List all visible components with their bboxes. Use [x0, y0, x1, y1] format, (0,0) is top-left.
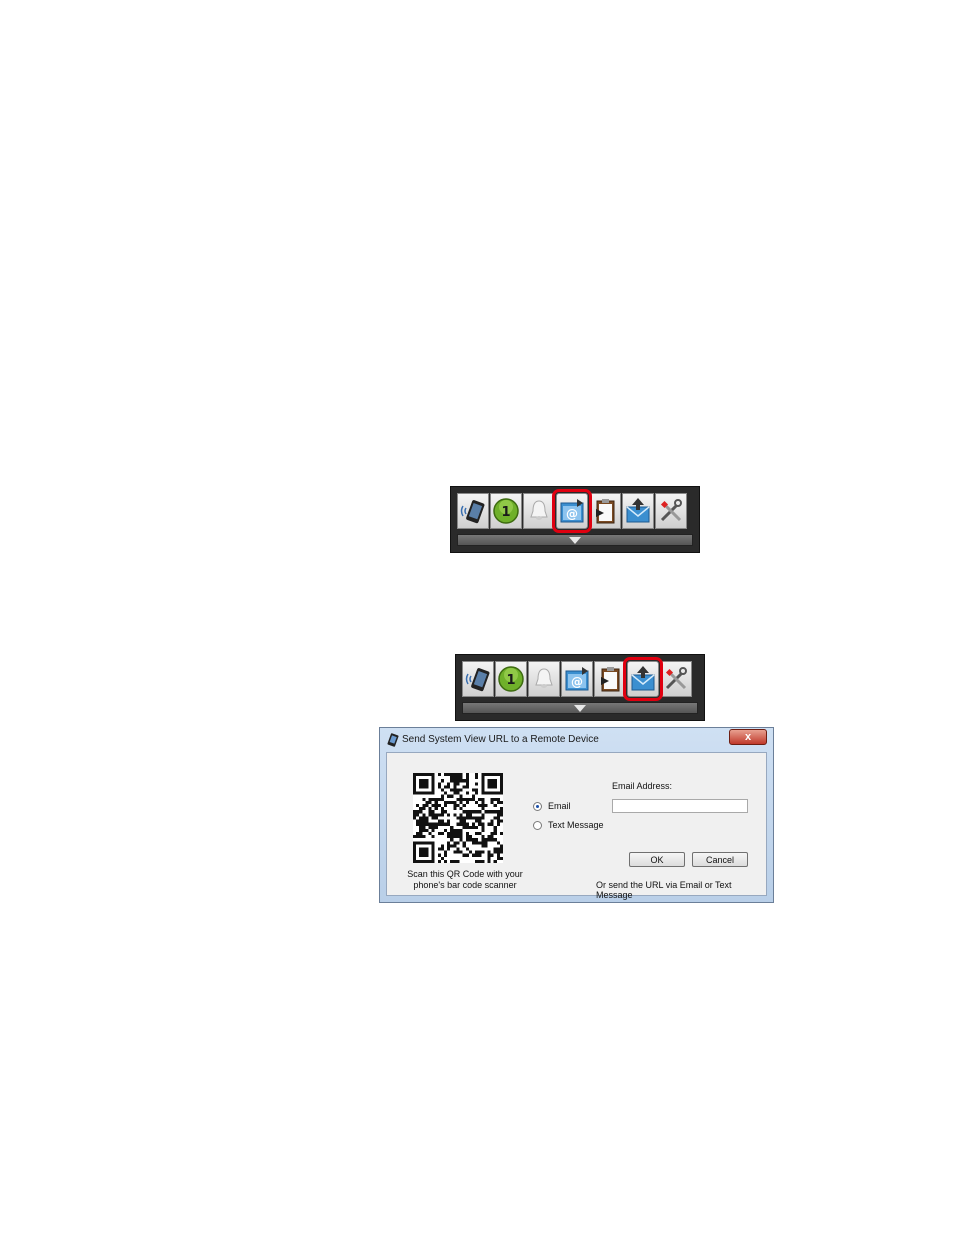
- radio-text-message-label: Text Message: [548, 820, 604, 830]
- badge-number: 1: [506, 673, 515, 688]
- chevron-down-icon: [574, 705, 586, 712]
- qr-caption-line2: phone's bar code scanner: [413, 880, 517, 890]
- at-folder-icon: @: [560, 499, 584, 523]
- qr-caption: Scan this QR Code with your phone's bar …: [395, 869, 535, 891]
- qr-code-image: [413, 773, 503, 863]
- tools-icon: [665, 667, 687, 690]
- tools-button[interactable]: [660, 661, 692, 697]
- clipboard-button[interactable]: [594, 661, 626, 697]
- bell-icon: [530, 500, 548, 520]
- svg-text:@: @: [566, 507, 578, 521]
- dialog-title: Send System View URL to a Remote Device: [402, 734, 599, 745]
- toolbar-collapse-handle[interactable]: [462, 702, 698, 714]
- email-upload-icon: [631, 666, 655, 691]
- send-url-button[interactable]: @: [561, 661, 593, 697]
- chevron-down-icon: [569, 537, 581, 544]
- toolbar-collapse-handle[interactable]: [457, 534, 693, 546]
- footer-hint: Or send the URL via Email or Text Messag…: [596, 880, 732, 900]
- email-send-button[interactable]: [623, 657, 663, 701]
- phone-wireless-icon: [465, 668, 490, 692]
- bell-button[interactable]: [528, 661, 560, 697]
- ok-button[interactable]: OK: [629, 852, 685, 867]
- bell-icon: [535, 668, 553, 688]
- clipboard-icon: [596, 499, 615, 524]
- radio-text-message-button[interactable]: [533, 820, 542, 830]
- phone-wireless-button[interactable]: [462, 661, 494, 697]
- radio-text-message[interactable]: Text Message: [533, 820, 604, 830]
- email-address-field[interactable]: [612, 799, 748, 813]
- toolbar-icons: 1 @: [457, 489, 688, 533]
- dialog-titlebar[interactable]: Send System View URL to a Remote Device …: [380, 728, 773, 752]
- radio-email-label: Email: [548, 801, 571, 811]
- email-send-button[interactable]: [622, 493, 654, 529]
- qr-caption-line1: Scan this QR Code with your: [407, 869, 523, 879]
- tools-icon: [660, 499, 682, 522]
- badge-button[interactable]: 1: [495, 661, 527, 697]
- radio-email-button[interactable]: [533, 801, 542, 811]
- badge-button[interactable]: 1: [490, 493, 522, 529]
- tools-button[interactable]: [655, 493, 687, 529]
- toolbar-icons: 1 @: [462, 657, 693, 701]
- green-badge-icon: 1: [493, 498, 519, 524]
- send-url-button[interactable]: @: [552, 489, 592, 533]
- radio-email[interactable]: Email: [533, 801, 571, 811]
- at-folder-icon: @: [565, 667, 589, 691]
- close-icon: x: [744, 730, 752, 743]
- phone-wireless-button[interactable]: [457, 493, 489, 529]
- toolbar-top: 1 @: [450, 486, 700, 553]
- clipboard-button[interactable]: [589, 493, 621, 529]
- phone-wireless-icon: [460, 500, 485, 524]
- svg-text:@: @: [571, 675, 583, 689]
- email-upload-icon: [626, 498, 650, 523]
- bell-button[interactable]: [523, 493, 555, 529]
- cancel-button[interactable]: Cancel: [692, 852, 748, 867]
- dialog-body: Scan this QR Code with your phone's bar …: [386, 752, 767, 900]
- email-address-label: Email Address:: [612, 781, 673, 791]
- toolbar-bottom: 1 @: [455, 654, 705, 721]
- green-badge-icon: 1: [498, 666, 524, 692]
- close-button[interactable]: x: [729, 729, 767, 745]
- app-icon: [387, 733, 399, 747]
- badge-number: 1: [501, 505, 510, 520]
- clipboard-icon: [601, 667, 620, 692]
- send-url-dialog: Send System View URL to a Remote Device …: [379, 727, 774, 903]
